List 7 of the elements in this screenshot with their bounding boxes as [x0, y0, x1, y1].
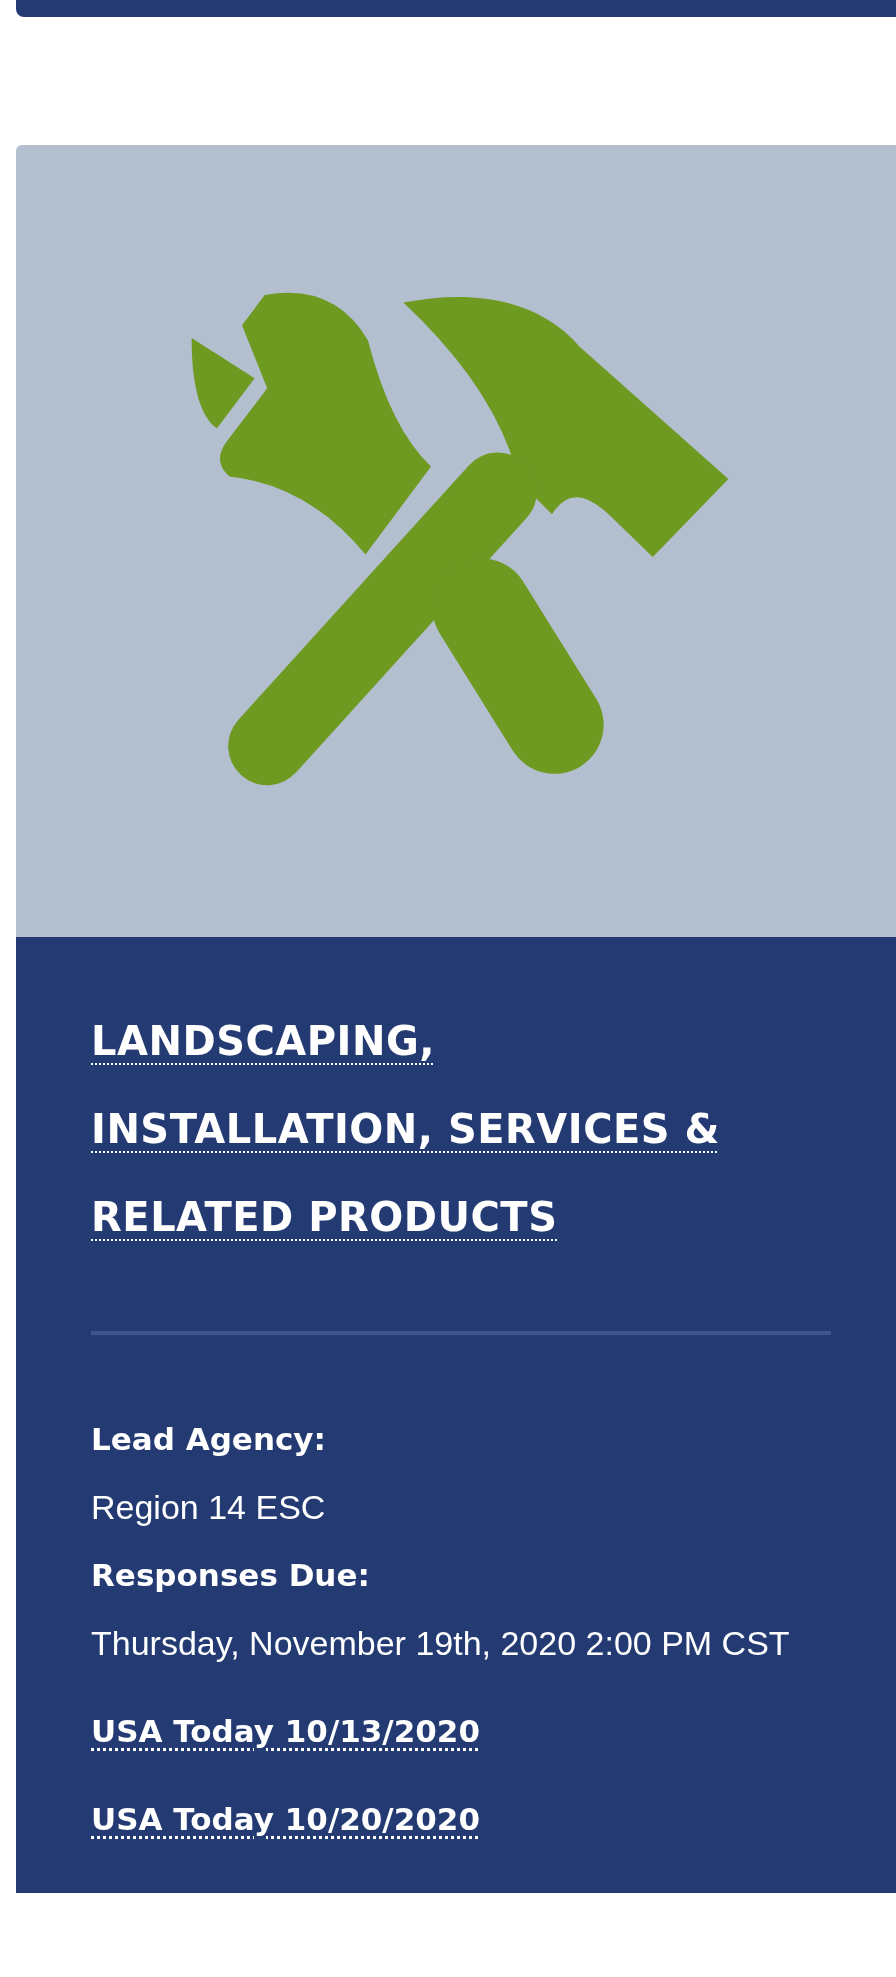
detail-value: Thursday, November 19th, 2020 2:00 PM CST [91, 1623, 791, 1664]
detail-label: Lead Agency: [91, 1420, 327, 1459]
detail-label: Responses Due: [91, 1556, 371, 1595]
card-title-link[interactable]: LANDSCAPING, INSTALLATION, SERVICES & RELATED PRODUCTS [91, 997, 771, 1261]
article-link[interactable]: USA Today 10/20/2020 [91, 1785, 480, 1853]
article-link[interactable]: USA Today 10/13/2020 [91, 1697, 480, 1765]
detail-value: Region 14 ESC [91, 1487, 327, 1528]
